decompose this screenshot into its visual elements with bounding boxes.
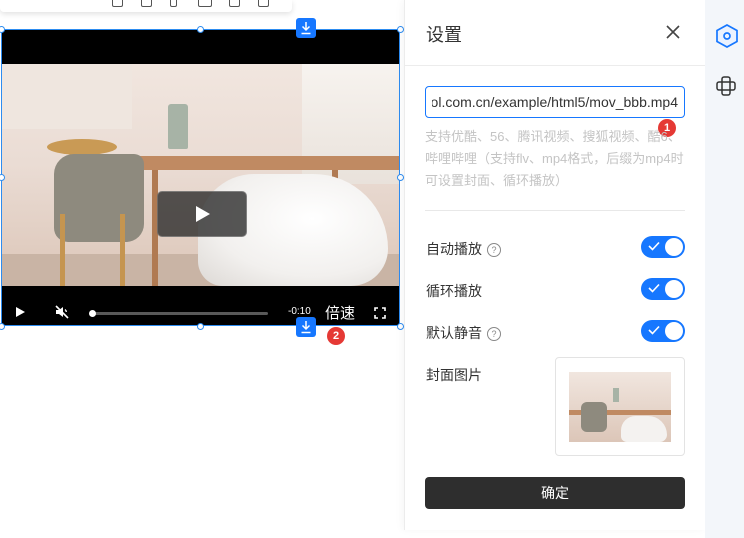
- divider: [405, 65, 705, 66]
- settings-panel: 设置 1 支持优酷、56、腾讯视频、搜狐视频、酷6、哔哩哔哩（支持flv、mp4…: [404, 0, 705, 530]
- play-icon: [196, 206, 210, 222]
- fullscreen-icon[interactable]: [374, 307, 386, 319]
- video-url-input[interactable]: [425, 86, 685, 118]
- video-player[interactable]: -0:10 倍速: [2, 29, 400, 325]
- cover-label: 封面图片: [426, 367, 482, 383]
- element-toolbar: [0, 0, 292, 12]
- video-frame: [2, 64, 400, 286]
- settings-hexagon-icon[interactable]: [714, 23, 740, 49]
- confirm-button[interactable]: 确定: [425, 477, 685, 509]
- cover-thumbnail: [569, 372, 671, 442]
- progress-bar[interactable]: [89, 310, 268, 317]
- loop-toggle[interactable]: [641, 278, 685, 300]
- autoplay-row: 自动播放?: [426, 239, 501, 259]
- layers-icon[interactable]: [715, 75, 737, 97]
- help-icon[interactable]: ?: [487, 327, 501, 341]
- time-remaining: -0:10: [288, 306, 311, 317]
- muted-row: 默认静音?: [426, 323, 501, 343]
- video-controls: -0:10 倍速: [2, 295, 400, 325]
- copy-icon[interactable]: [141, 0, 152, 7]
- delete-icon[interactable]: [258, 0, 269, 7]
- download-icon: [301, 321, 311, 334]
- resize-handle-bm[interactable]: [197, 323, 204, 330]
- mute-icon[interactable]: [54, 304, 70, 320]
- panel-title: 设置: [426, 25, 462, 45]
- download-badge-bottom[interactable]: [296, 317, 316, 337]
- play-icon[interactable]: [16, 307, 25, 317]
- resize-handle-tr[interactable]: [397, 26, 404, 33]
- muted-toggle[interactable]: [641, 320, 685, 342]
- progress-thumb[interactable]: [89, 310, 96, 317]
- download-badge-top[interactable]: [296, 18, 316, 38]
- big-play-button[interactable]: [157, 191, 247, 237]
- autoplay-toggle[interactable]: [641, 236, 685, 258]
- cover-image-picker[interactable]: [555, 357, 685, 456]
- resize-handle-mr[interactable]: [397, 174, 404, 181]
- check-icon: [648, 325, 660, 335]
- close-icon[interactable]: [663, 22, 683, 42]
- url-hint: 支持优酷、56、腾讯视频、搜狐视频、酷6、哔哩哔哩（支持flv、mp4格式，后缀…: [425, 129, 684, 188]
- loop-label: 循环播放: [426, 283, 482, 299]
- download-icon: [301, 22, 311, 35]
- check-icon: [648, 241, 660, 251]
- lock-icon[interactable]: [170, 0, 177, 7]
- right-rail: [705, 0, 744, 538]
- autoplay-label: 自动播放: [426, 241, 482, 257]
- divider: [425, 210, 685, 211]
- image-icon[interactable]: [229, 0, 240, 7]
- layer-icon[interactable]: [198, 0, 212, 7]
- resize-handle-tm[interactable]: [197, 26, 204, 33]
- loop-row: 循环播放: [426, 281, 482, 301]
- playback-speed-button[interactable]: 倍速: [325, 302, 355, 323]
- step-badge-video: 2: [327, 327, 345, 345]
- resize-handle-bl[interactable]: [0, 323, 5, 330]
- help-icon[interactable]: ?: [487, 243, 501, 257]
- check-icon: [648, 283, 660, 293]
- muted-label: 默认静音: [426, 325, 482, 341]
- align-icon[interactable]: [112, 0, 123, 7]
- resize-handle-br[interactable]: [397, 323, 404, 330]
